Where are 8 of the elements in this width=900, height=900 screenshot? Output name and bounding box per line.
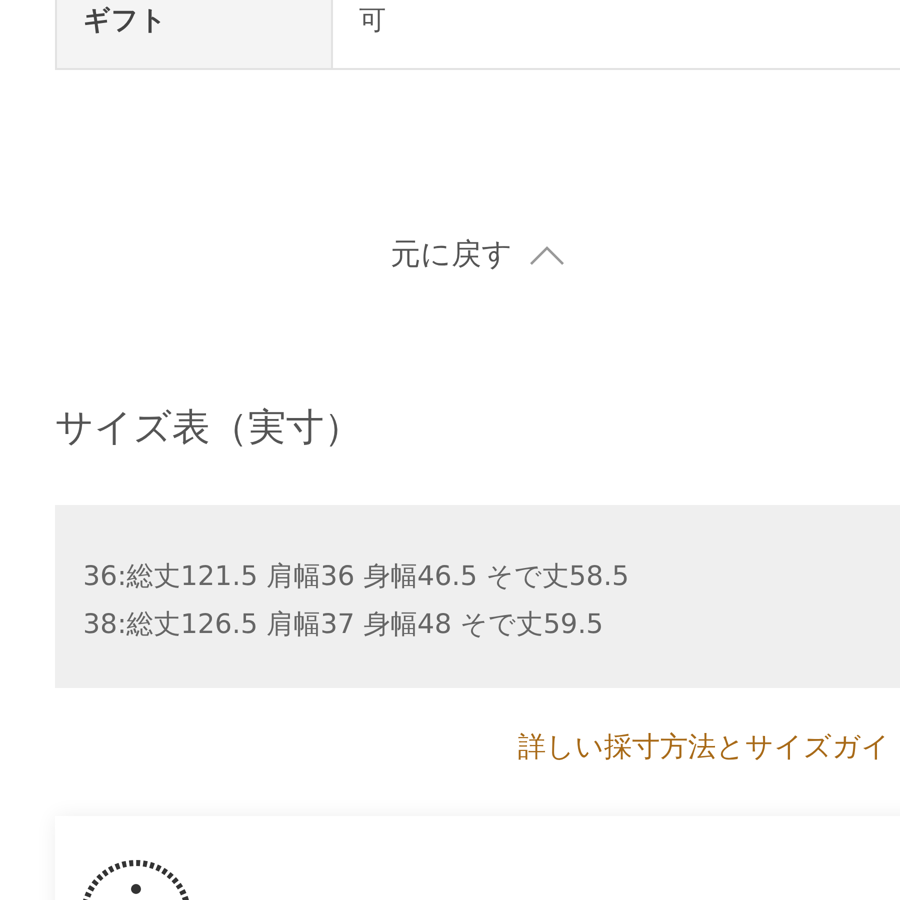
collapse-button[interactable]: 元に戻す — [390, 234, 564, 275]
size-text: 38:総丈126.5 肩幅37 身幅48 そで丈59.5 — [83, 608, 604, 642]
section-title: サイズ表（実寸） — [55, 405, 363, 451]
size-text: 36:総丈121.5 肩幅36 身幅46.5 そで丈58.5 — [83, 560, 630, 594]
size-guide-link[interactable]: 詳しい採寸方法とサイズガイ — [518, 730, 890, 763]
chevron-up-icon — [528, 244, 564, 266]
table-header-cell: ギフト — [57, 0, 333, 68]
table-cell-text: 可 — [358, 4, 387, 38]
